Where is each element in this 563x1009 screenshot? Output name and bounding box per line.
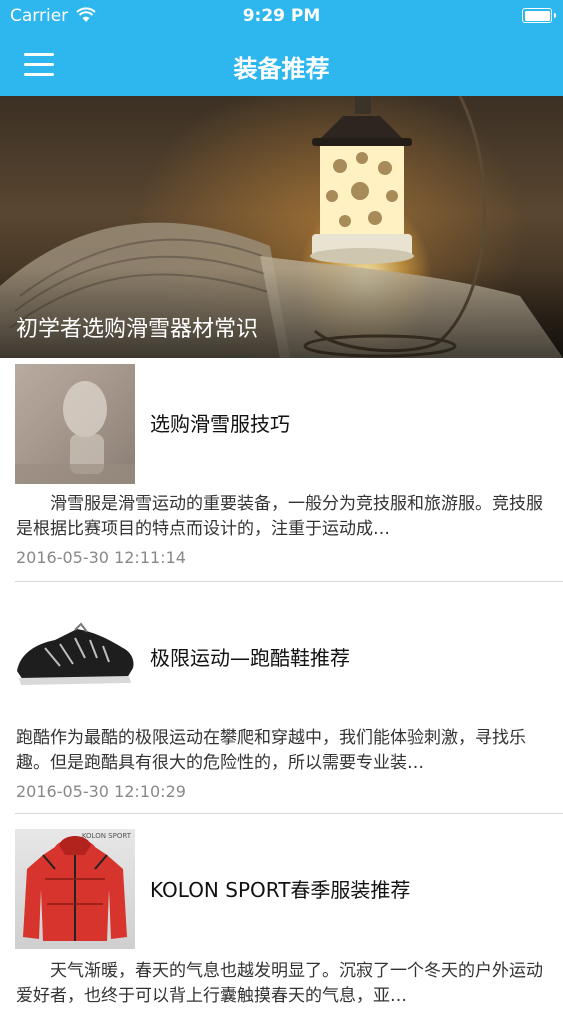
- article-item[interactable]: 选购滑雪服技巧 滑雪服是滑雪运动的重要装备，一般分为竞技服和旅游服。竞技服是根据…: [0, 358, 563, 582]
- nav-bar: 装备推荐: [0, 32, 563, 96]
- status-bar: Carrier 9:29 PM: [0, 0, 563, 32]
- article-thumbnail: KOLON SPORT: [15, 829, 135, 949]
- thumbnail-brand-label: KOLON SPORT: [81, 832, 131, 840]
- article-title: KOLON SPORT春季服装推荐: [150, 878, 411, 902]
- banner-caption: 初学者选购滑雪器材常识: [16, 317, 259, 342]
- article-thumbnail: [15, 596, 135, 716]
- page-title: 装备推荐: [233, 55, 330, 83]
- article-summary: 天气渐暖，春天的气息也越发明显了。沉寂了一个冬天的户外运动爱好者，也终于可以背上…: [16, 961, 543, 1006]
- article-date: 2016-05-30 12:11:14: [16, 548, 186, 567]
- article-summary: 滑雪服是滑雪运动的重要装备，一般分为竞技服和旅游服。竞技服是根据比赛项目的特点而…: [16, 494, 543, 539]
- article-item[interactable]: 极限运动—跑酷鞋推荐 跑酷作为最酷的极限运动在攀爬和穿越中，我们能体验刺激，寻找…: [0, 582, 563, 814]
- article-title: 极限运动—跑酷鞋推荐: [150, 646, 350, 670]
- article-title: 选购滑雪服技巧: [150, 412, 290, 436]
- featured-article-banner[interactable]: 初学者选购滑雪器材常识: [0, 96, 563, 358]
- article-item[interactable]: KOLON SPORT KOLON SPORT春季服装推荐 天气渐暖，春天的气息…: [0, 814, 563, 1006]
- article-thumbnail: [15, 364, 135, 484]
- article-summary: 跑酷作为最酷的极限运动在攀爬和穿越中，我们能体验刺激，寻找乐趣。但是跑酷具有很大…: [16, 728, 526, 773]
- clock: 9:29 PM: [242, 6, 321, 26]
- article-date: 2016-05-30 12:10:29: [16, 782, 186, 801]
- battery-icon: [522, 8, 556, 23]
